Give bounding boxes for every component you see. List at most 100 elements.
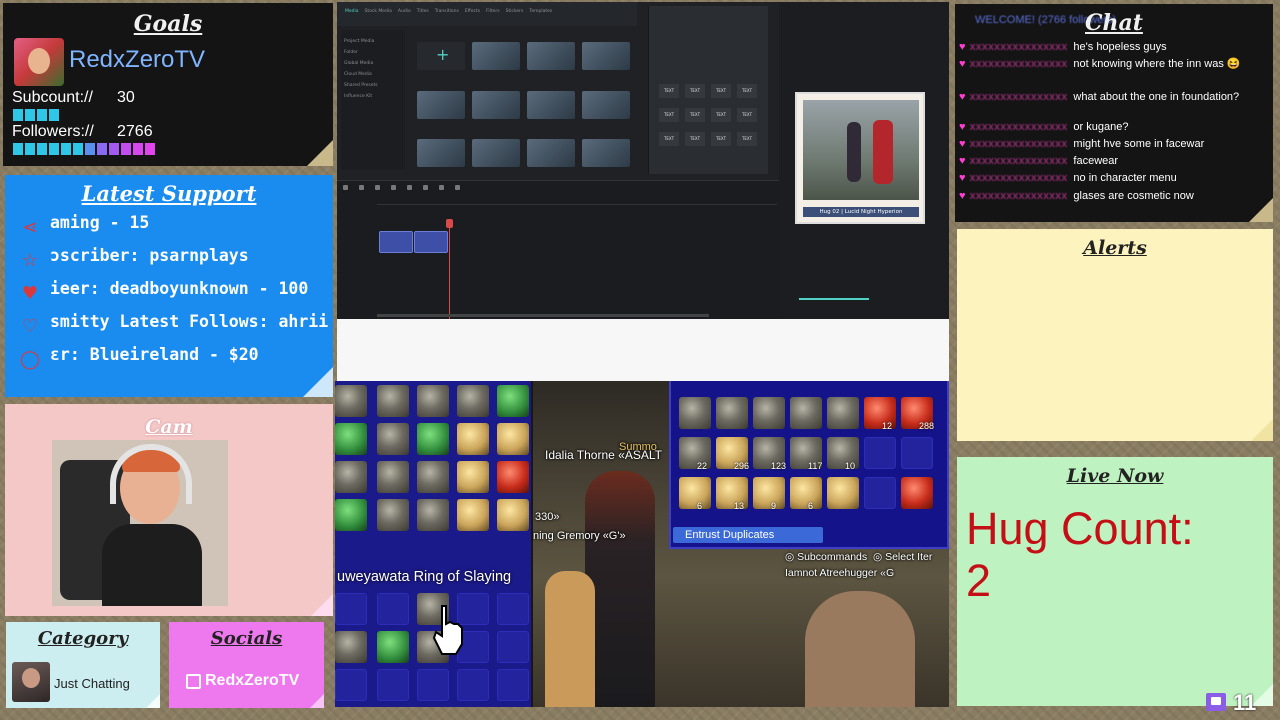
- retainer-slot[interactable]: [679, 397, 711, 429]
- sidebar-item[interactable]: Influence Kit: [344, 94, 402, 99]
- inventory-slot[interactable]: [457, 669, 489, 701]
- text-preset[interactable]: TEXT: [737, 132, 757, 146]
- inventory-slot[interactable]: [457, 461, 489, 493]
- chat-message-text: no in character menu: [1073, 172, 1177, 184]
- text-preset[interactable]: TEXT: [659, 108, 679, 122]
- inventory-slot[interactable]: [335, 423, 367, 455]
- text-preset[interactable]: TEXT: [711, 108, 731, 122]
- retainer-slot[interactable]: [790, 397, 822, 429]
- inventory-slot[interactable]: [417, 461, 449, 493]
- tool-icon[interactable]: [439, 185, 444, 190]
- media-thumbnail[interactable]: [582, 139, 630, 168]
- entrust-duplicates-button[interactable]: Entrust Duplicates: [673, 527, 823, 543]
- tool-icon[interactable]: [375, 185, 380, 190]
- timeline-ruler[interactable]: [377, 197, 777, 205]
- timeline-clip[interactable]: [414, 231, 448, 253]
- inventory-slot[interactable]: [497, 499, 529, 531]
- media-thumbnail[interactable]: [527, 42, 575, 70]
- media-thumbnail[interactable]: [472, 90, 520, 119]
- retainer-slot[interactable]: [864, 477, 896, 509]
- text-preset[interactable]: TEXT: [659, 132, 679, 146]
- media-thumbnail[interactable]: [472, 139, 520, 168]
- media-thumbnail[interactable]: [582, 42, 630, 70]
- tab-stock-media[interactable]: Stock Media: [365, 9, 392, 26]
- timeline-clip[interactable]: [379, 231, 413, 253]
- retainer-slot[interactable]: [753, 477, 785, 509]
- tab-titles[interactable]: Titles: [417, 9, 429, 26]
- retainer-slot[interactable]: [790, 477, 822, 509]
- tool-icon[interactable]: [391, 185, 396, 190]
- retainer-slot[interactable]: [901, 437, 933, 469]
- tab-transitions[interactable]: Transitions: [435, 9, 459, 26]
- inventory-slot[interactable]: [377, 593, 409, 625]
- text-preset[interactable]: TEXT: [711, 132, 731, 146]
- text-preset[interactable]: TEXT: [659, 84, 679, 98]
- inventory-slot[interactable]: [377, 423, 409, 455]
- inventory-slot[interactable]: [377, 669, 409, 701]
- inventory-slot[interactable]: [497, 461, 529, 493]
- text-preset[interactable]: TEXT: [737, 84, 757, 98]
- inventory-slot[interactable]: [335, 385, 367, 417]
- sidebar-item[interactable]: Project Media: [344, 39, 402, 44]
- inventory-slot[interactable]: [335, 669, 367, 701]
- retainer-slot[interactable]: [827, 477, 859, 509]
- inventory-slot[interactable]: [497, 423, 529, 455]
- tab-audio[interactable]: Audio: [398, 9, 411, 26]
- retainer-slot[interactable]: [864, 437, 896, 469]
- inventory-slot[interactable]: [417, 499, 449, 531]
- retainer-slot[interactable]: [679, 477, 711, 509]
- tab-media[interactable]: Media: [345, 9, 359, 26]
- tool-icon[interactable]: [423, 185, 428, 190]
- media-thumbnail[interactable]: [582, 90, 630, 119]
- import-media-tile[interactable]: [417, 42, 465, 70]
- retainer-slot[interactable]: [753, 397, 785, 429]
- sidebar-item[interactable]: Global Media: [344, 61, 402, 66]
- inventory-slot[interactable]: [377, 385, 409, 417]
- media-thumbnail[interactable]: [417, 90, 465, 119]
- tool-icon[interactable]: [455, 185, 460, 190]
- media-thumbnail[interactable]: [472, 42, 520, 70]
- inventory-slot[interactable]: [497, 669, 529, 701]
- text-preset[interactable]: TEXT: [737, 108, 757, 122]
- media-thumbnail[interactable]: [527, 90, 575, 119]
- retainer-slot[interactable]: [901, 477, 933, 509]
- inventory-slot[interactable]: [377, 461, 409, 493]
- text-preset[interactable]: TEXT: [685, 108, 705, 122]
- chat-message: ♥ xxxxxxxxxxxxxxxx might hve some in facew…: [959, 138, 1205, 150]
- timeline-scrollbar[interactable]: [377, 314, 709, 317]
- inventory-slot[interactable]: [457, 499, 489, 531]
- inventory-slot[interactable]: [335, 499, 367, 531]
- inventory-slot[interactable]: [335, 631, 367, 663]
- inventory-slot[interactable]: [497, 593, 529, 625]
- media-thumbnail[interactable]: [417, 139, 465, 168]
- inventory-slot[interactable]: [377, 631, 409, 663]
- sidebar-item[interactable]: Folder: [344, 50, 402, 55]
- retainer-slot[interactable]: [716, 397, 748, 429]
- inventory-slot[interactable]: [457, 385, 489, 417]
- inventory-slot[interactable]: [497, 385, 529, 417]
- inventory-slot[interactable]: [417, 385, 449, 417]
- playback-progress[interactable]: [799, 298, 869, 300]
- playhead[interactable]: [446, 219, 453, 319]
- inventory-slot[interactable]: [417, 423, 449, 455]
- inventory-slot[interactable]: [335, 593, 367, 625]
- inventory-slot[interactable]: [457, 423, 489, 455]
- retainer-slot[interactable]: [827, 397, 859, 429]
- tool-icon[interactable]: [343, 185, 348, 190]
- tab-effects[interactable]: Effects: [465, 9, 480, 26]
- tab-templates[interactable]: Templates: [529, 9, 552, 26]
- inventory-slot[interactable]: [417, 669, 449, 701]
- text-preset[interactable]: TEXT: [685, 84, 705, 98]
- text-preset[interactable]: TEXT: [711, 84, 731, 98]
- tab-stickers[interactable]: Stickers: [506, 9, 524, 26]
- sidebar-item[interactable]: Cloud Media: [344, 72, 402, 77]
- text-preset[interactable]: TEXT: [685, 132, 705, 146]
- tool-icon[interactable]: [359, 185, 364, 190]
- sidebar-item[interactable]: Shared Presets: [344, 83, 402, 88]
- tool-icon[interactable]: [407, 185, 412, 190]
- media-thumbnail[interactable]: [527, 139, 575, 168]
- inventory-slot[interactable]: [377, 499, 409, 531]
- inventory-slot[interactable]: [497, 631, 529, 663]
- tab-filters[interactable]: Filters: [486, 9, 500, 26]
- inventory-slot[interactable]: [335, 461, 367, 493]
